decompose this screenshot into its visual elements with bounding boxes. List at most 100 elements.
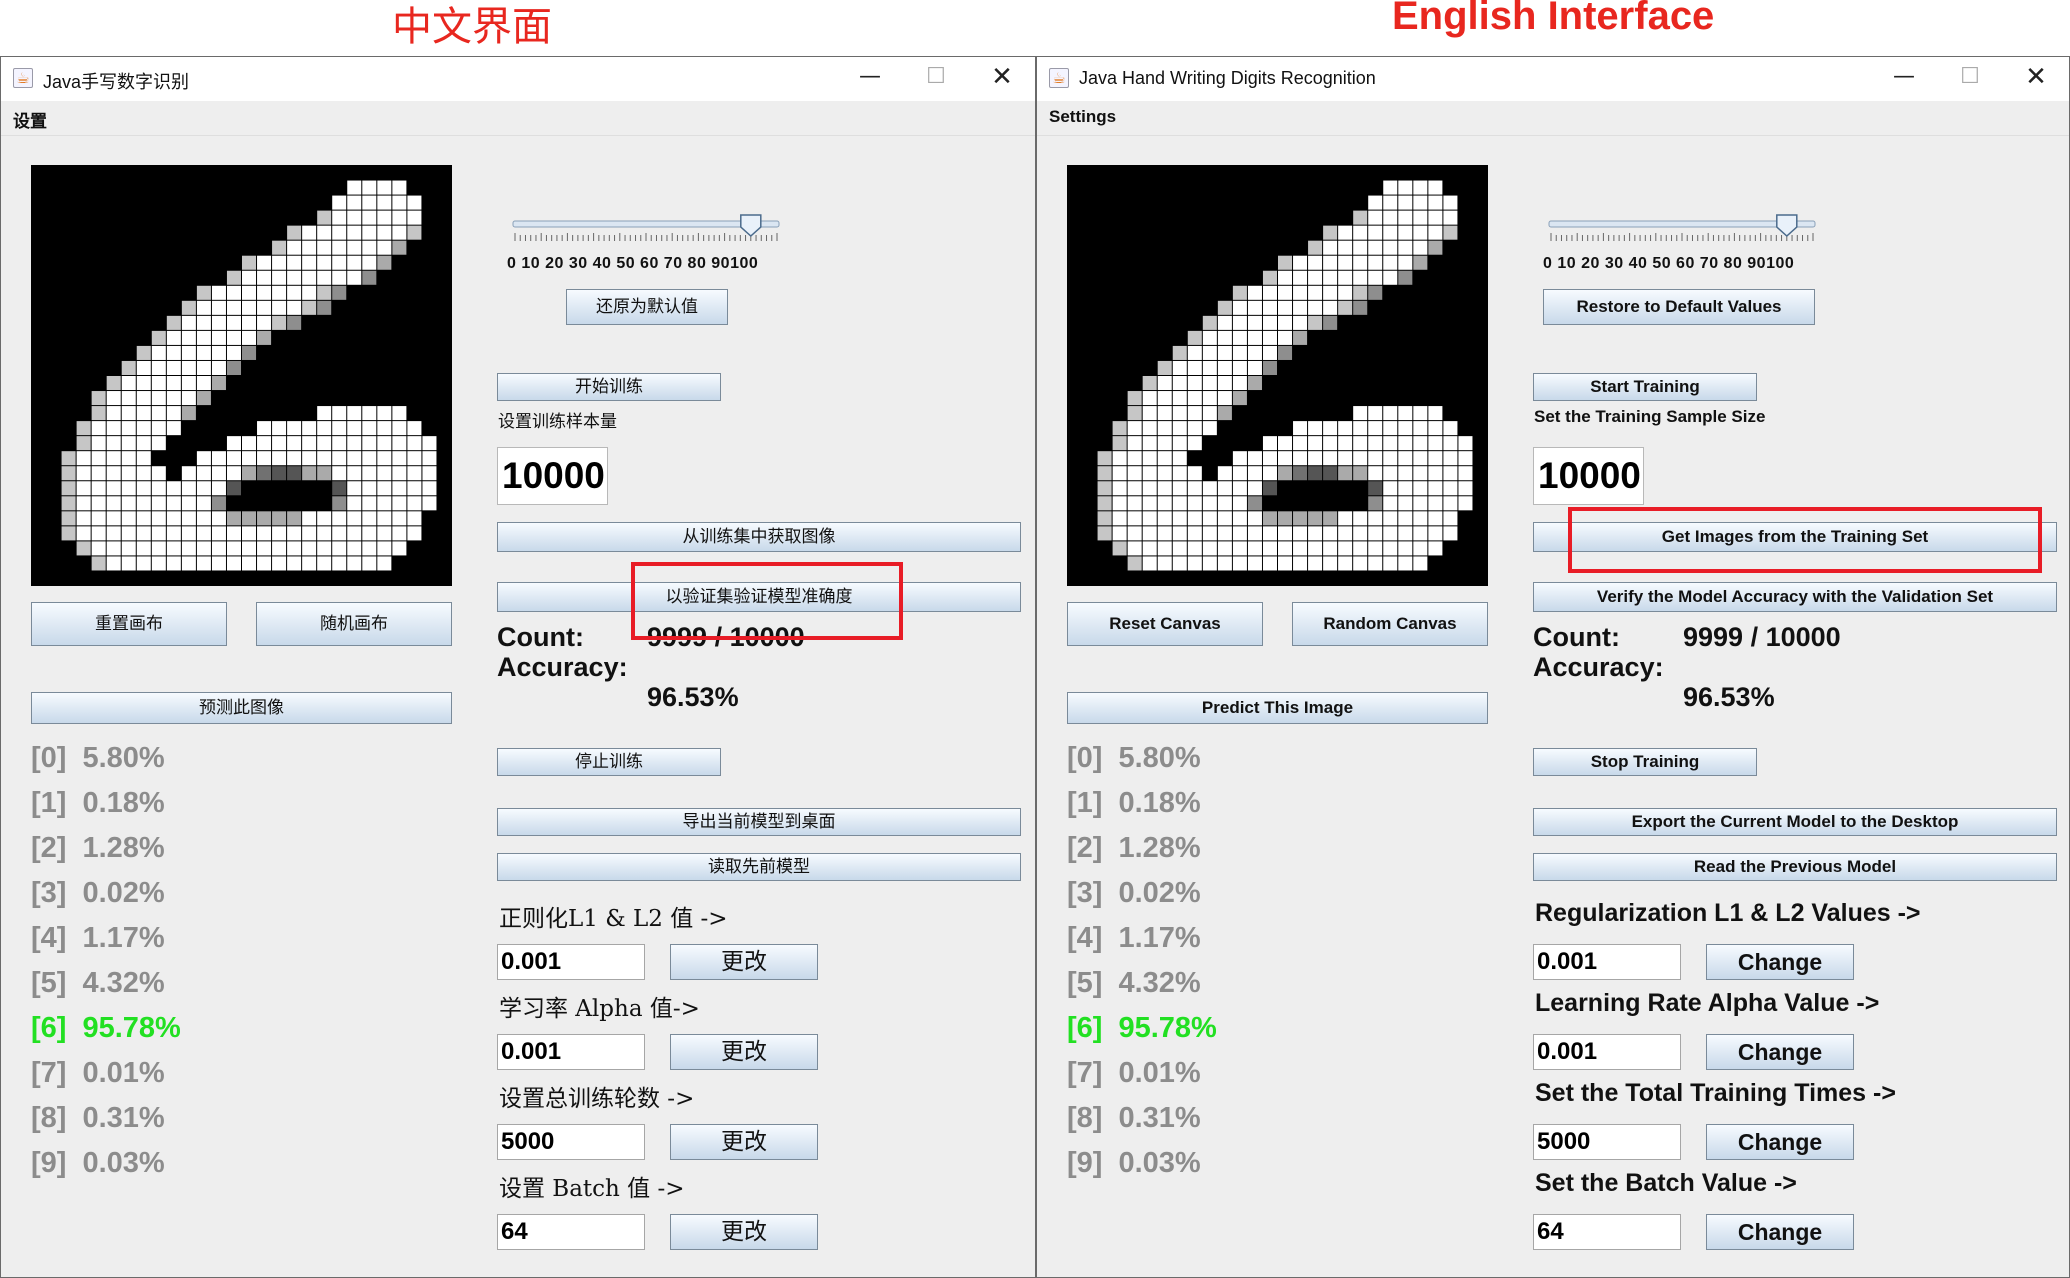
canvas-pixel [242,345,257,360]
canvas-pixel [196,345,211,360]
canvas-pixel [1368,496,1383,511]
prediction-probability: 0.18% [1118,787,1201,819]
canvas-pixel [1187,511,1202,526]
canvas-pixel [1142,391,1157,406]
regularization-change-button[interactable]: Change [1706,944,1854,980]
canvas-pixel [136,406,151,421]
canvas-pixel [1323,466,1338,481]
canvas-pixel [377,240,392,255]
prediction-digit: [8] [31,1102,67,1134]
training-epochs-change-button[interactable]: Change [1706,1124,1854,1160]
canvas-pixel [1262,285,1277,300]
canvas-pixel [1323,511,1338,526]
training-epochs-input[interactable]: 5000 [1533,1124,1681,1160]
minimize-icon[interactable]: — [837,57,903,101]
canvas-pixel [1383,195,1398,210]
close-icon[interactable]: ✕ [969,57,1035,101]
canvas-pixel [136,391,151,406]
predict-image-button[interactable]: 预测此图像 [31,692,452,724]
canvas-pixel [407,210,422,225]
canvas-pixel [1112,436,1127,451]
get-images-button[interactable]: 从训练集中获取图像 [497,522,1021,552]
canvas-pixel [347,541,362,556]
canvas-pixel [362,496,377,511]
learning-rate-input[interactable]: 0.001 [497,1034,645,1070]
restore-defaults-button[interactable]: Restore to Default Values [1543,289,1815,325]
canvas-pixel [257,511,272,526]
reset-canvas-button[interactable]: Reset Canvas [1067,602,1263,646]
reset-canvas-button[interactable]: 重置画布 [31,602,227,646]
learning-rate-change-button[interactable]: 更改 [670,1034,818,1070]
slider-thumb[interactable] [740,214,762,238]
canvas-pixel [362,541,377,556]
predict-image-button[interactable]: Predict This Image [1067,692,1488,724]
training-epochs-input[interactable]: 5000 [497,1124,645,1160]
learning-rate-input[interactable]: 0.001 [1533,1034,1681,1070]
canvas-pixel [226,466,241,481]
prediction-digit: [2] [31,832,67,864]
random-canvas-button[interactable]: Random Canvas [1292,602,1488,646]
regularization-input[interactable]: 0.001 [497,944,645,980]
canvas-pixel [1172,391,1187,406]
canvas-pixel [347,195,362,210]
start-training-button[interactable]: Start Training [1533,373,1757,401]
canvas-pixel [1247,466,1262,481]
canvas-pixel [166,526,181,541]
canvas-pixel [1413,451,1428,466]
canvas-pixel [1353,240,1368,255]
canvas-pixel [272,541,287,556]
verify-accuracy-button[interactable]: Verify the Model Accuracy with the Valid… [1533,582,2057,612]
training-slider[interactable] [1547,211,1817,251]
canvas-pixel [181,406,196,421]
canvas-pixel [166,406,181,421]
drawing-canvas[interactable] [1067,165,1488,586]
stop-training-button[interactable]: 停止训练 [497,748,721,776]
start-training-button[interactable]: 开始训练 [497,373,721,401]
maximize-icon[interactable]: ☐ [903,57,969,101]
batch-size-change-button[interactable]: Change [1706,1214,1854,1250]
minimize-icon[interactable]: — [1871,57,1937,101]
batch-size-input[interactable]: 64 [1533,1214,1681,1250]
sample-size-value[interactable]: 10000 [497,447,608,505]
prediction-digit: [6] [31,1012,67,1044]
regularization-change-button[interactable]: 更改 [670,944,818,980]
training-epochs-label: Set the Total Training Times -> [1535,1079,1896,1107]
canvas-pixel [1308,421,1323,436]
stop-training-button[interactable]: Stop Training [1533,748,1757,776]
canvas-pixel [302,255,317,270]
prediction-digit: [9] [31,1147,67,1179]
export-model-button[interactable]: Export the Current Model to the Desktop [1533,808,2057,836]
maximize-icon[interactable]: ☐ [1937,57,2003,101]
prediction-row: [6] 95.78% [31,1012,181,1045]
drawing-canvas[interactable] [31,165,452,586]
canvas-pixel [407,511,422,526]
read-model-button[interactable]: Read the Previous Model [1533,853,2057,881]
canvas-pixel [76,436,91,451]
read-model-button[interactable]: 读取先前模型 [497,853,1021,881]
batch-size-change-button[interactable]: 更改 [670,1214,818,1250]
canvas-pixel [362,255,377,270]
menu-settings[interactable]: Settings [1049,107,1116,127]
training-slider[interactable] [511,211,781,251]
canvas-pixel [332,556,347,571]
canvas-pixel [392,180,407,195]
canvas-pixel [1247,451,1262,466]
canvas-pixel [407,225,422,240]
learning-rate-change-button[interactable]: Change [1706,1034,1854,1070]
close-icon[interactable]: ✕ [2003,57,2069,101]
menu-settings[interactable]: 设置 [13,107,47,132]
canvas-pixel [1293,436,1308,451]
canvas-pixel [1262,360,1277,375]
canvas-pixel [1428,466,1443,481]
random-canvas-button[interactable]: 随机画布 [256,602,452,646]
canvas-pixel [91,556,106,571]
export-model-button[interactable]: 导出当前模型到桌面 [497,808,1021,836]
restore-defaults-button[interactable]: 还原为默认值 [566,289,728,325]
training-epochs-change-button[interactable]: 更改 [670,1124,818,1160]
regularization-input[interactable]: 0.001 [1533,944,1681,980]
canvas-pixel [1127,406,1142,421]
canvas-pixel [1383,526,1398,541]
sample-size-value[interactable]: 10000 [1533,447,1644,505]
batch-size-input[interactable]: 64 [497,1214,645,1250]
slider-thumb[interactable] [1776,214,1798,238]
